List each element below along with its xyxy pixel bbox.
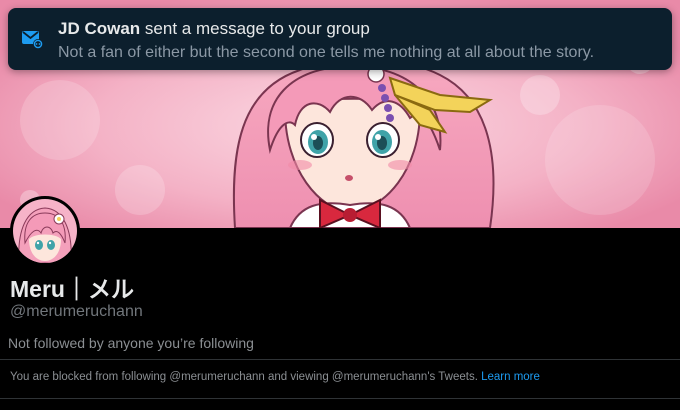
notification-action: sent a message to your group [144, 19, 370, 38]
blocked-notice: You are blocked from following @merumeru… [10, 371, 540, 383]
divider [0, 398, 680, 399]
profile-handle: @merumeruchann [10, 303, 143, 320]
blocked-notice-text: You are blocked from following @merumeru… [10, 371, 478, 383]
learn-more-link[interactable]: Learn more [481, 371, 540, 383]
notification-message: Not a fan of either but the second one t… [58, 44, 595, 61]
profile-display-name: Meru｜メル [10, 276, 134, 302]
notification-title: JD Cowan sent a message to your group [58, 19, 370, 39]
message-notification-toast[interactable]: JD Cowan sent a message to your group No… [8, 8, 672, 70]
notification-sender: JD Cowan [58, 19, 141, 38]
profile-avatar[interactable] [10, 196, 80, 266]
mail-icon [21, 27, 45, 51]
avatar-image [13, 199, 77, 263]
divider [0, 359, 680, 360]
followed-by-text: Not followed by anyone you’re following [8, 335, 254, 351]
profile-page: JD Cowan sent a message to your group No… [0, 0, 680, 410]
